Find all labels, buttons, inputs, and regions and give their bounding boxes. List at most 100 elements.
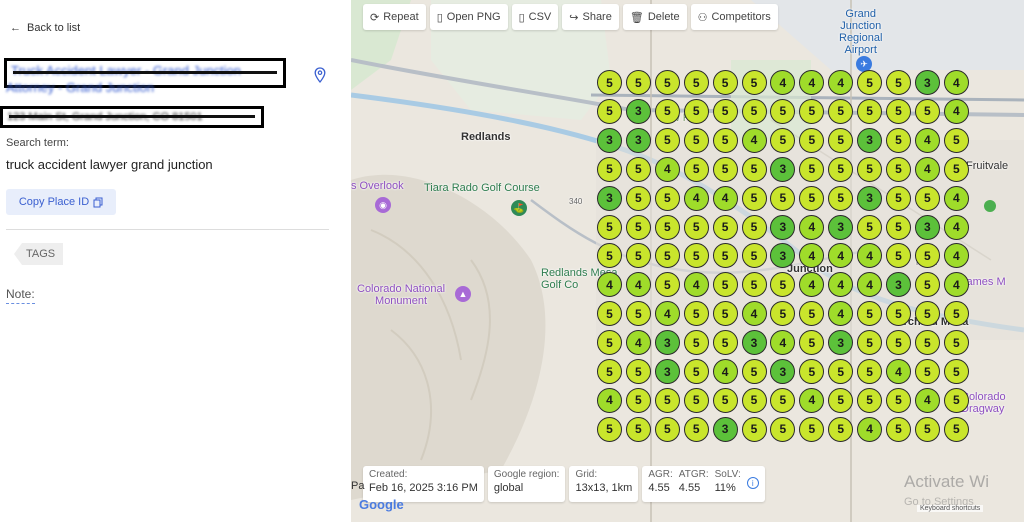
rank-dot[interactable]: 5: [857, 359, 883, 384]
rank-dot[interactable]: 5: [654, 214, 680, 240]
rank-dot[interactable]: 4: [914, 387, 940, 413]
rank-dot[interactable]: 5: [914, 301, 940, 327]
park-icon[interactable]: [984, 200, 996, 212]
rank-dot[interactable]: 4: [683, 185, 709, 211]
open-png-button[interactable]: ▯ Open PNG: [429, 4, 508, 30]
rank-dot[interactable]: 5: [625, 185, 651, 211]
rank-dot[interactable]: 4: [741, 127, 767, 153]
rank-dot[interactable]: 5: [625, 359, 651, 384]
rank-dot[interactable]: 5: [741, 359, 767, 384]
rank-dot[interactable]: 5: [914, 98, 940, 124]
rank-dot[interactable]: 3: [625, 98, 651, 124]
rank-dot[interactable]: 5: [741, 214, 767, 240]
rank-dot[interactable]: 5: [625, 301, 651, 327]
rank-dot[interactable]: 5: [828, 387, 854, 413]
rank-dot[interactable]: 3: [914, 70, 940, 95]
rank-dot[interactable]: 4: [712, 359, 738, 384]
rank-dot[interactable]: 5: [914, 185, 940, 211]
copy-place-id-button[interactable]: Copy Place ID: [6, 189, 116, 215]
rank-dot[interactable]: 5: [741, 272, 767, 298]
rank-dot[interactable]: 5: [654, 416, 680, 442]
rank-dot[interactable]: 4: [914, 156, 940, 182]
rank-dot[interactable]: 5: [712, 156, 738, 182]
rank-dot[interactable]: 5: [683, 243, 709, 269]
rank-dot[interactable]: 5: [683, 214, 709, 240]
rank-dot[interactable]: 5: [770, 185, 796, 211]
rank-dot[interactable]: 5: [625, 214, 651, 240]
rank-dot[interactable]: 5: [654, 185, 680, 211]
rank-dot[interactable]: 5: [654, 387, 680, 413]
rank-dot[interactable]: 5: [886, 127, 911, 153]
rank-dot[interactable]: 5: [943, 416, 969, 442]
rank-dot[interactable]: 5: [683, 127, 709, 153]
rank-dot[interactable]: 5: [914, 359, 940, 384]
rank-dot[interactable]: 5: [741, 185, 767, 211]
rank-dot[interactable]: 5: [683, 98, 709, 124]
rank-dot[interactable]: 3: [857, 185, 883, 211]
rank-dot[interactable]: 5: [683, 387, 709, 413]
note-field[interactable]: Note:: [6, 287, 35, 304]
rank-dot[interactable]: 5: [799, 156, 825, 182]
rank-dot[interactable]: 5: [654, 70, 680, 95]
rank-dot[interactable]: 5: [886, 387, 911, 413]
rank-dot[interactable]: 5: [886, 156, 911, 182]
rank-dot[interactable]: 5: [799, 127, 825, 153]
rank-dot[interactable]: 5: [712, 214, 738, 240]
rank-dot[interactable]: 5: [828, 185, 854, 211]
rank-dot[interactable]: 5: [712, 387, 738, 413]
rank-dot[interactable]: 5: [886, 98, 911, 124]
rank-dot[interactable]: 5: [712, 272, 738, 298]
rank-dot[interactable]: 5: [886, 185, 911, 211]
rank-dot[interactable]: 4: [597, 387, 622, 413]
rank-dot[interactable]: 5: [828, 127, 854, 153]
business-name-line2[interactable]: Attorney - Grand Junction: [6, 80, 154, 95]
rank-dot[interactable]: 5: [741, 156, 767, 182]
rank-dot[interactable]: 5: [799, 416, 825, 442]
rank-dot[interactable]: 5: [828, 98, 854, 124]
rank-dot[interactable]: 4: [943, 70, 969, 95]
rank-dot[interactable]: 5: [625, 70, 651, 95]
rank-dot[interactable]: 3: [712, 416, 738, 442]
rank-dot[interactable]: 4: [943, 98, 969, 124]
rank-dot[interactable]: 3: [625, 127, 651, 153]
tags-button[interactable]: TAGS: [14, 243, 64, 265]
monument-icon[interactable]: ▲: [455, 286, 471, 302]
delete-button[interactable]: 🗑 Delete: [622, 4, 687, 30]
rank-dot[interactable]: 5: [597, 214, 622, 240]
rank-dot[interactable]: 5: [625, 387, 651, 413]
rank-dot[interactable]: 5: [857, 70, 883, 95]
rank-dot[interactable]: 4: [857, 416, 883, 442]
rank-dot[interactable]: 5: [943, 387, 969, 413]
rank-dot[interactable]: 4: [799, 214, 825, 240]
share-button[interactable]: ↪ Share: [562, 4, 619, 30]
rank-dot[interactable]: 5: [683, 70, 709, 95]
rank-dot[interactable]: 5: [943, 359, 969, 384]
rank-dot[interactable]: 5: [741, 387, 767, 413]
rank-dot[interactable]: 4: [943, 185, 969, 211]
rank-dot[interactable]: 3: [597, 127, 622, 153]
rank-dot[interactable]: 5: [741, 98, 767, 124]
rank-dot[interactable]: 4: [683, 272, 709, 298]
rank-dot[interactable]: 5: [712, 301, 738, 327]
rank-dot[interactable]: 5: [943, 127, 969, 153]
rank-dot[interactable]: 5: [741, 243, 767, 269]
competitors-button[interactable]: ⚇ Competitors: [690, 4, 778, 30]
rank-dot[interactable]: 3: [741, 330, 767, 356]
rank-dot[interactable]: 5: [886, 70, 911, 95]
rank-dot[interactable]: 5: [712, 243, 738, 269]
rank-dot[interactable]: 5: [857, 387, 883, 413]
rank-dot[interactable]: 5: [597, 416, 622, 442]
rank-dot[interactable]: 4: [712, 185, 738, 211]
rank-dot[interactable]: 3: [857, 127, 883, 153]
rank-dot[interactable]: 5: [654, 98, 680, 124]
rank-dot[interactable]: 4: [625, 330, 651, 356]
rank-dot[interactable]: 3: [914, 214, 940, 240]
rank-dot[interactable]: 4: [654, 156, 680, 182]
rank-dot[interactable]: 5: [683, 330, 709, 356]
rank-dot[interactable]: 3: [597, 185, 622, 211]
viewpoint-icon[interactable]: ◉: [375, 197, 391, 213]
repeat-button[interactable]: ⟳ Repeat: [363, 4, 426, 30]
rank-dot[interactable]: 5: [712, 70, 738, 95]
rank-dot[interactable]: 5: [597, 98, 622, 124]
rank-dot[interactable]: 5: [625, 156, 651, 182]
